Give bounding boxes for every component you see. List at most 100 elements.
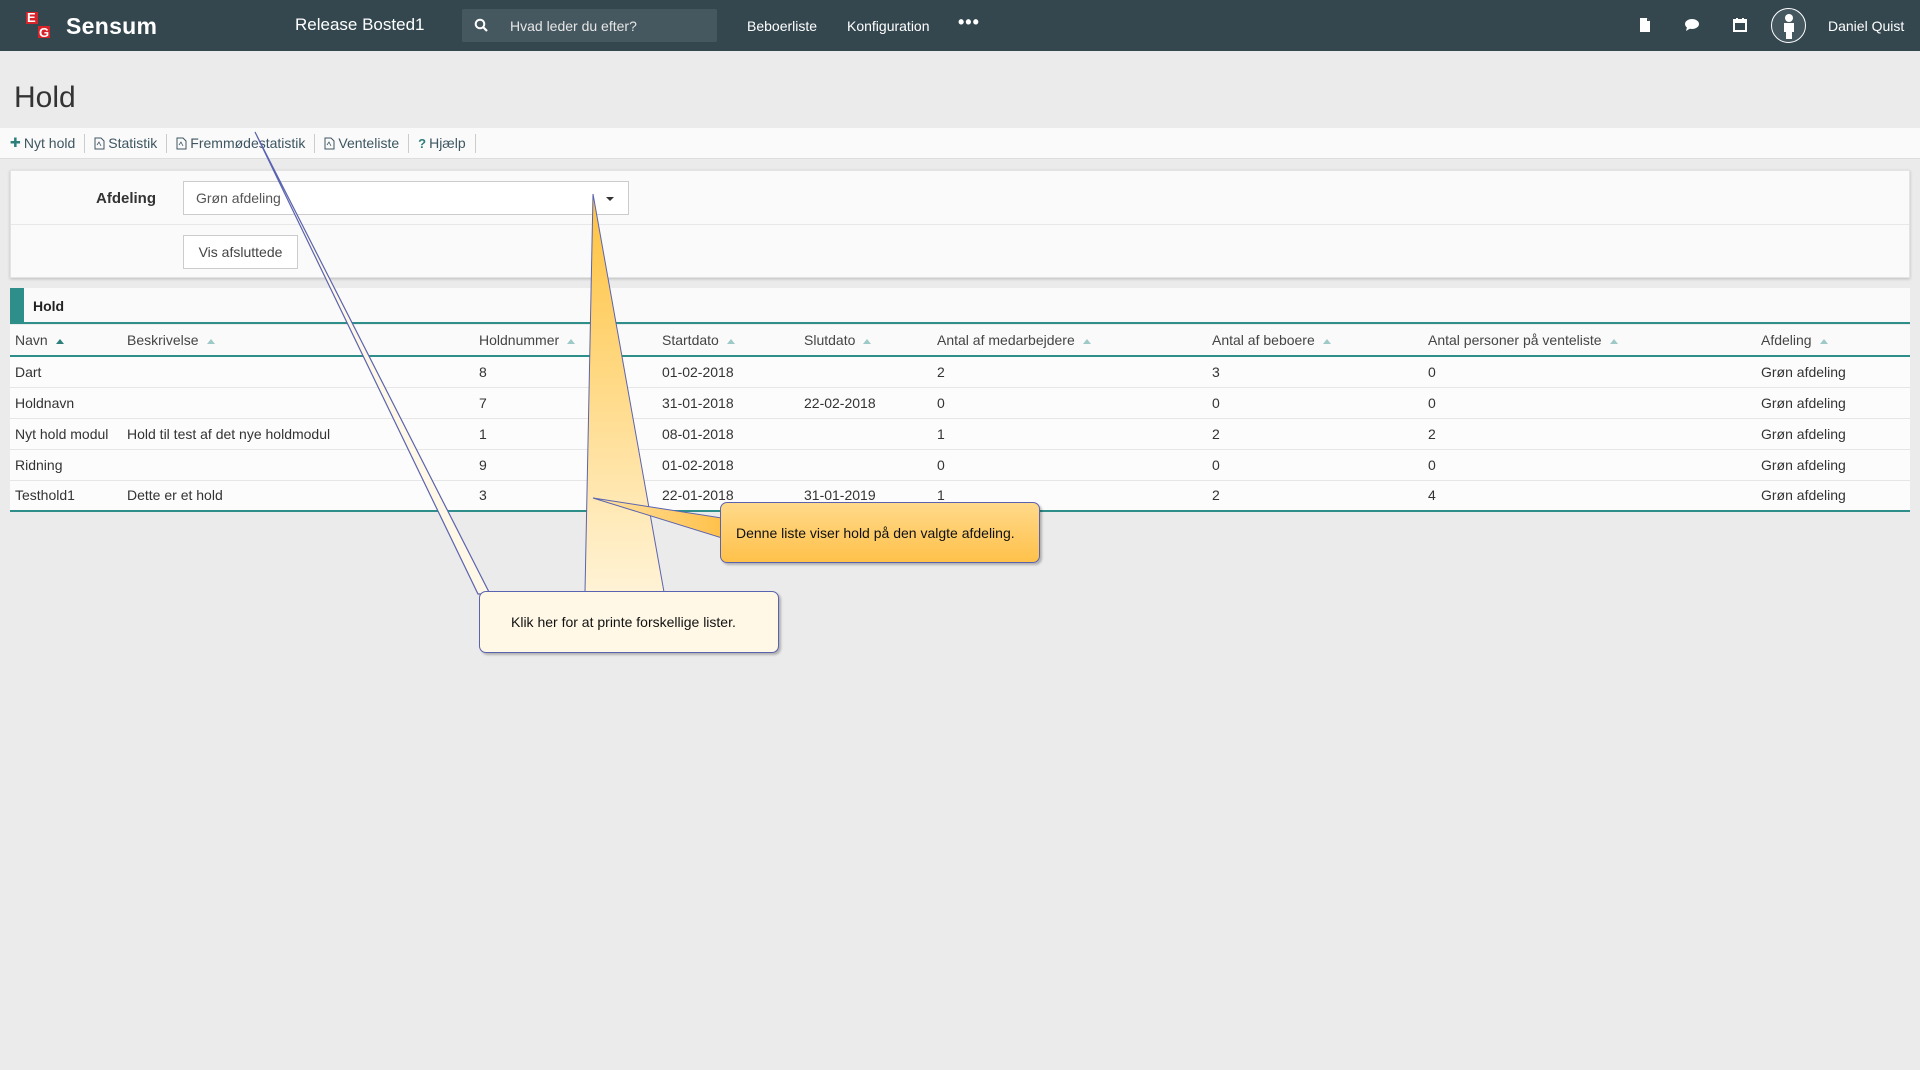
sort-icon <box>1609 338 1618 344</box>
print-info-callout: Klik her for at printe forskellige liste… <box>479 591 779 653</box>
cell-beboere: 0 <box>1207 449 1423 481</box>
brand[interactable]: E G Sensum <box>26 10 157 42</box>
cell-beboere: 2 <box>1207 480 1423 512</box>
new-hold-button[interactable]: ✚ Nyt hold <box>0 133 86 153</box>
nav-link-beboerliste[interactable]: Beboerliste <box>747 18 817 34</box>
cell-afdeling: Grøn afdeling <box>1756 449 1910 481</box>
search-icon <box>474 18 488 32</box>
chat-icon[interactable] <box>1684 17 1700 33</box>
fremmodestatistik-button[interactable]: Fremmødestatistik <box>167 133 316 153</box>
cell-afdeling: Grøn afdeling <box>1756 480 1910 512</box>
column-header-startdato[interactable]: Startdato <box>657 325 799 357</box>
cell-holdnummer: 3 <box>474 480 657 512</box>
cell-holdnummer: 8 <box>474 356 657 388</box>
hold-panel-title: Hold <box>33 298 65 314</box>
department-label: Afdeling <box>96 190 156 207</box>
app-title[interactable]: Release Bosted1 <box>295 15 424 35</box>
cell-beskrivelse <box>122 356 474 388</box>
sort-icon <box>1082 338 1091 344</box>
table-row[interactable]: Holdnavn 7 31-01-2018 22-02-2018 0 0 0 G… <box>10 387 1910 419</box>
search-box[interactable] <box>462 9 717 42</box>
cell-medarbejdere: 0 <box>932 387 1207 419</box>
cell-slutdato <box>799 356 932 388</box>
cell-navn: Dart <box>10 356 122 388</box>
column-header-slutdato[interactable]: Slutdato <box>799 325 932 357</box>
column-header-venteliste[interactable]: Antal personer på venteliste <box>1423 325 1756 357</box>
cell-holdnummer: 9 <box>474 449 657 481</box>
cell-beboere: 2 <box>1207 418 1423 450</box>
sort-icon <box>206 338 215 344</box>
top-navbar: E G Sensum Release Bosted1 Beboerliste K… <box>0 0 1920 51</box>
cell-medarbejdere: 2 <box>932 356 1207 388</box>
question-icon: ? <box>418 135 427 151</box>
cell-beskrivelse <box>122 449 474 481</box>
statistik-button[interactable]: Statistik <box>85 133 168 153</box>
cell-beboere: 3 <box>1207 356 1423 388</box>
help-button[interactable]: ? Hjælp <box>409 133 476 153</box>
column-header-navn[interactable]: Navn <box>10 325 122 357</box>
column-header-medarbejdere[interactable]: Antal af medarbejdere <box>932 325 1207 357</box>
show-finished-button[interactable]: Vis afsluttede <box>183 235 298 269</box>
cell-slutdato: 22-02-2018 <box>799 387 932 419</box>
sort-icon <box>1819 338 1828 344</box>
user-name[interactable]: Daniel Quist <box>1828 18 1904 34</box>
table-row[interactable]: Dart 8 01-02-2018 2 3 0 Grøn afdeling <box>10 356 1910 388</box>
cell-venteliste: 2 <box>1423 418 1756 450</box>
cell-medarbejdere: 1 <box>932 418 1207 450</box>
divider <box>11 224 1909 225</box>
cell-navn: Holdnavn <box>10 387 122 419</box>
hold-panel: Hold Navn Beskrivelse Holdnummer Startda… <box>10 288 1910 513</box>
cell-navn: Nyt hold modul <box>10 418 122 450</box>
cell-navn: Ridning <box>10 449 122 481</box>
cell-startdato: 08-01-2018 <box>657 418 799 450</box>
pdf-icon <box>324 137 335 149</box>
cell-afdeling: Grøn afdeling <box>1756 387 1910 419</box>
cell-holdnummer: 7 <box>474 387 657 419</box>
calendar-icon[interactable] <box>1732 17 1748 33</box>
table-row[interactable]: Nyt hold modul Hold til test af det nye … <box>10 418 1910 450</box>
sort-icon <box>1322 338 1331 344</box>
hold-table: Navn Beskrivelse Holdnummer Startdato Sl… <box>10 325 1910 512</box>
cell-beboere: 0 <box>1207 387 1423 419</box>
sort-icon <box>863 338 872 344</box>
filter-panel: Afdeling Grøn afdeling Vis afsluttede <box>10 170 1910 278</box>
cell-navn: Testhold1 <box>10 480 122 512</box>
search-input[interactable] <box>510 9 710 42</box>
pdf-icon <box>176 137 187 149</box>
nav-link-konfiguration[interactable]: Konfiguration <box>847 18 930 34</box>
column-header-holdnummer[interactable]: Holdnummer <box>474 325 657 357</box>
user-avatar[interactable] <box>1771 8 1806 43</box>
cell-afdeling: Grøn afdeling <box>1756 356 1910 388</box>
table-header-row: Navn Beskrivelse Holdnummer Startdato Sl… <box>10 325 1910 357</box>
action-toolbar: ✚ Nyt hold Statistik Fremmødestatistik V… <box>0 128 1920 159</box>
cell-beskrivelse <box>122 387 474 419</box>
person-avatar-icon <box>1784 14 1794 39</box>
cell-medarbejdere: 0 <box>932 449 1207 481</box>
cell-venteliste: 0 <box>1423 356 1756 388</box>
pdf-icon <box>94 137 105 149</box>
department-select[interactable]: Grøn afdeling <box>183 181 629 215</box>
sort-icon <box>726 338 735 344</box>
column-header-beskrivelse[interactable]: Beskrivelse <box>122 325 474 357</box>
cell-slutdato <box>799 418 932 450</box>
hold-panel-header: Hold <box>10 288 1910 324</box>
cell-beskrivelse: Hold til test af det nye holdmodul <box>122 418 474 450</box>
cell-beskrivelse: Dette er et hold <box>122 480 474 512</box>
column-header-beboere[interactable]: Antal af beboere <box>1207 325 1423 357</box>
list-info-callout: Denne liste viser hold på den valgte afd… <box>720 502 1040 563</box>
table-row[interactable]: Ridning 9 01-02-2018 0 0 0 Grøn afdeling <box>10 449 1910 481</box>
cell-venteliste: 0 <box>1423 449 1756 481</box>
venteliste-button[interactable]: Venteliste <box>315 133 410 153</box>
cell-startdato: 01-02-2018 <box>657 356 799 388</box>
cell-venteliste: 4 <box>1423 480 1756 512</box>
eg-logo-icon: E G <box>26 10 50 40</box>
sort-asc-icon <box>55 338 64 344</box>
sort-icon <box>567 338 576 344</box>
department-select-value: Grøn afdeling <box>196 190 281 206</box>
cell-startdato: 31-01-2018 <box>657 387 799 419</box>
document-icon[interactable] <box>1637 17 1653 33</box>
more-menu-button[interactable]: ••• <box>958 12 980 33</box>
column-header-afdeling[interactable]: Afdeling <box>1756 325 1910 357</box>
chevron-down-icon <box>606 197 614 201</box>
brand-name: Sensum <box>66 12 158 39</box>
